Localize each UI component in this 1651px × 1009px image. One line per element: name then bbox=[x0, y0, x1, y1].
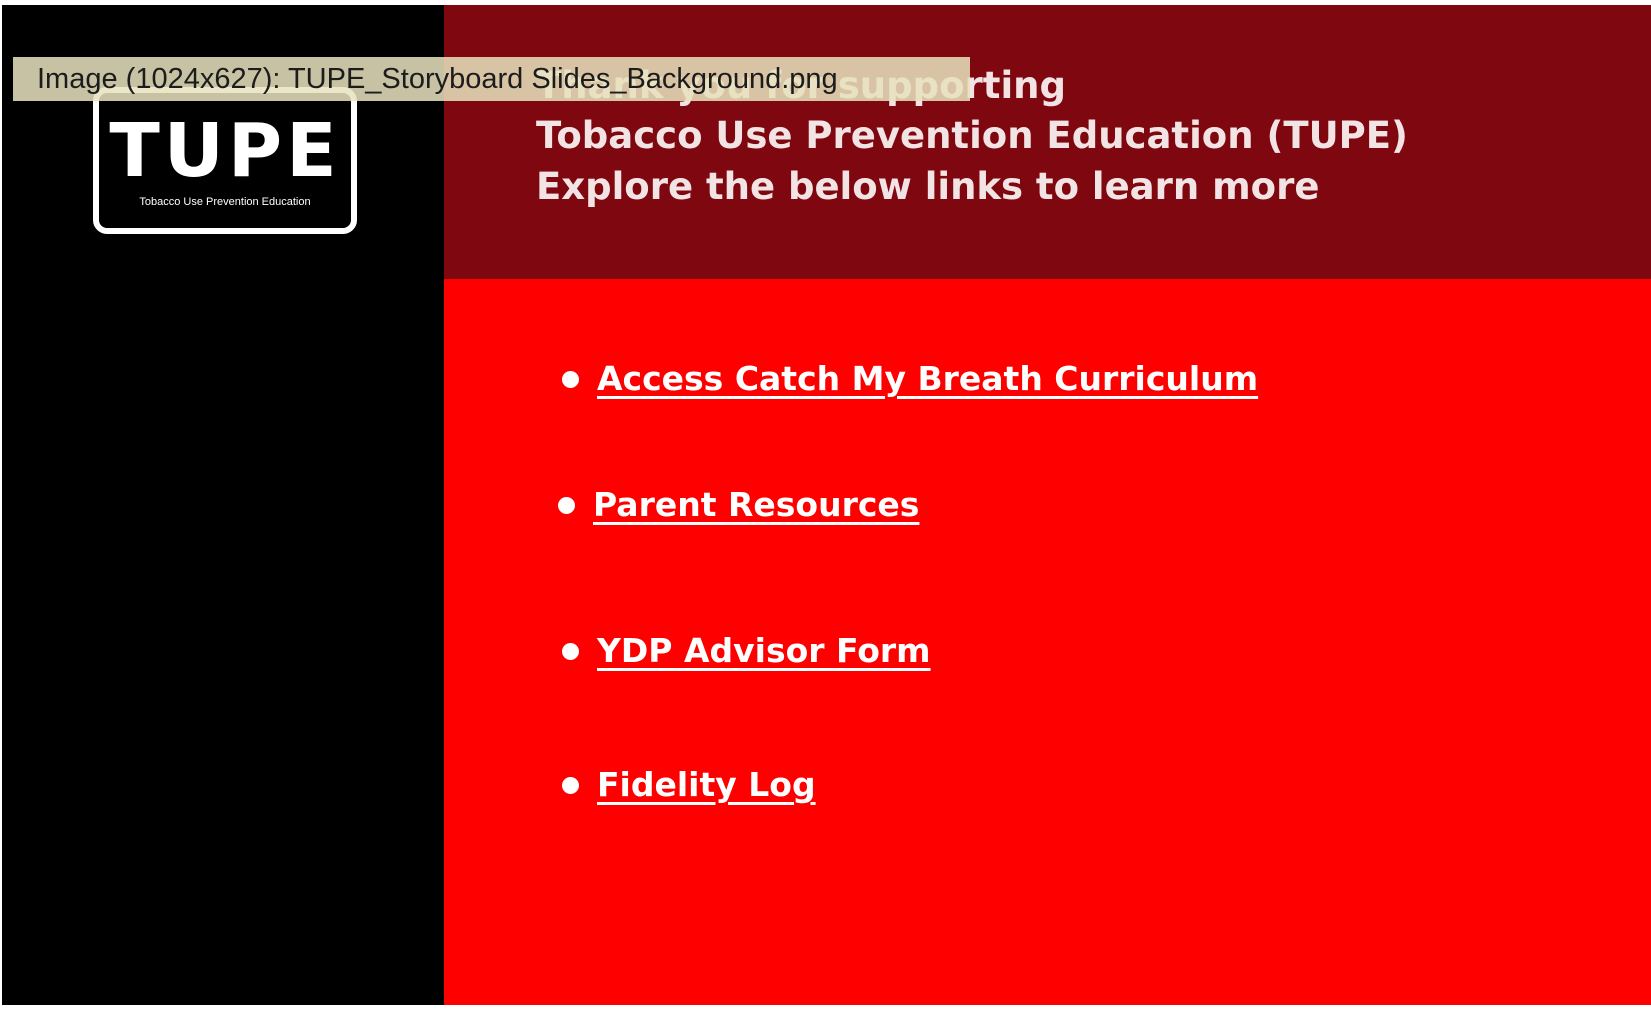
bullet-icon bbox=[562, 776, 579, 794]
header-band: Thank you for supporting Tobacco Use Pre… bbox=[444, 5, 1651, 279]
image-info-tooltip: Image (1024x627): TUPE_Storyboard Slides… bbox=[13, 57, 970, 101]
bullet-icon bbox=[558, 496, 575, 514]
ydp-advisor-form-link[interactable]: YDP Advisor Form bbox=[597, 631, 931, 671]
tupe-logo: TUPE Tobacco Use Prevention Education bbox=[93, 87, 357, 234]
catch-my-breath-link[interactable]: Access Catch My Breath Curriculum bbox=[597, 359, 1258, 399]
list-item-fidelity-log: Fidelity Log bbox=[562, 765, 816, 805]
list-item-catch-my-breath: Access Catch My Breath Curriculum bbox=[562, 359, 1258, 399]
fidelity-log-link[interactable]: Fidelity Log bbox=[597, 765, 816, 805]
header-line-2: Tobacco Use Prevention Education (TUPE) bbox=[536, 114, 1408, 157]
header-line-3: Explore the below links to learn more bbox=[536, 165, 1320, 208]
bullet-icon bbox=[562, 370, 579, 388]
sidebar-panel: TUPE Tobacco Use Prevention Education bbox=[2, 5, 444, 1005]
list-item-ydp-advisor-form: YDP Advisor Form bbox=[562, 631, 931, 671]
logo-tagline: Tobacco Use Prevention Education bbox=[139, 196, 311, 208]
parent-resources-link[interactable]: Parent Resources bbox=[593, 485, 919, 525]
viewer-canvas: TUPE Tobacco Use Prevention Education Th… bbox=[0, 0, 1651, 1009]
slide-image: TUPE Tobacco Use Prevention Education Th… bbox=[2, 5, 1651, 1005]
list-item-parent-resources: Parent Resources bbox=[558, 485, 919, 525]
bullet-icon bbox=[562, 642, 579, 660]
logo-wordmark: TUPE bbox=[109, 108, 341, 194]
